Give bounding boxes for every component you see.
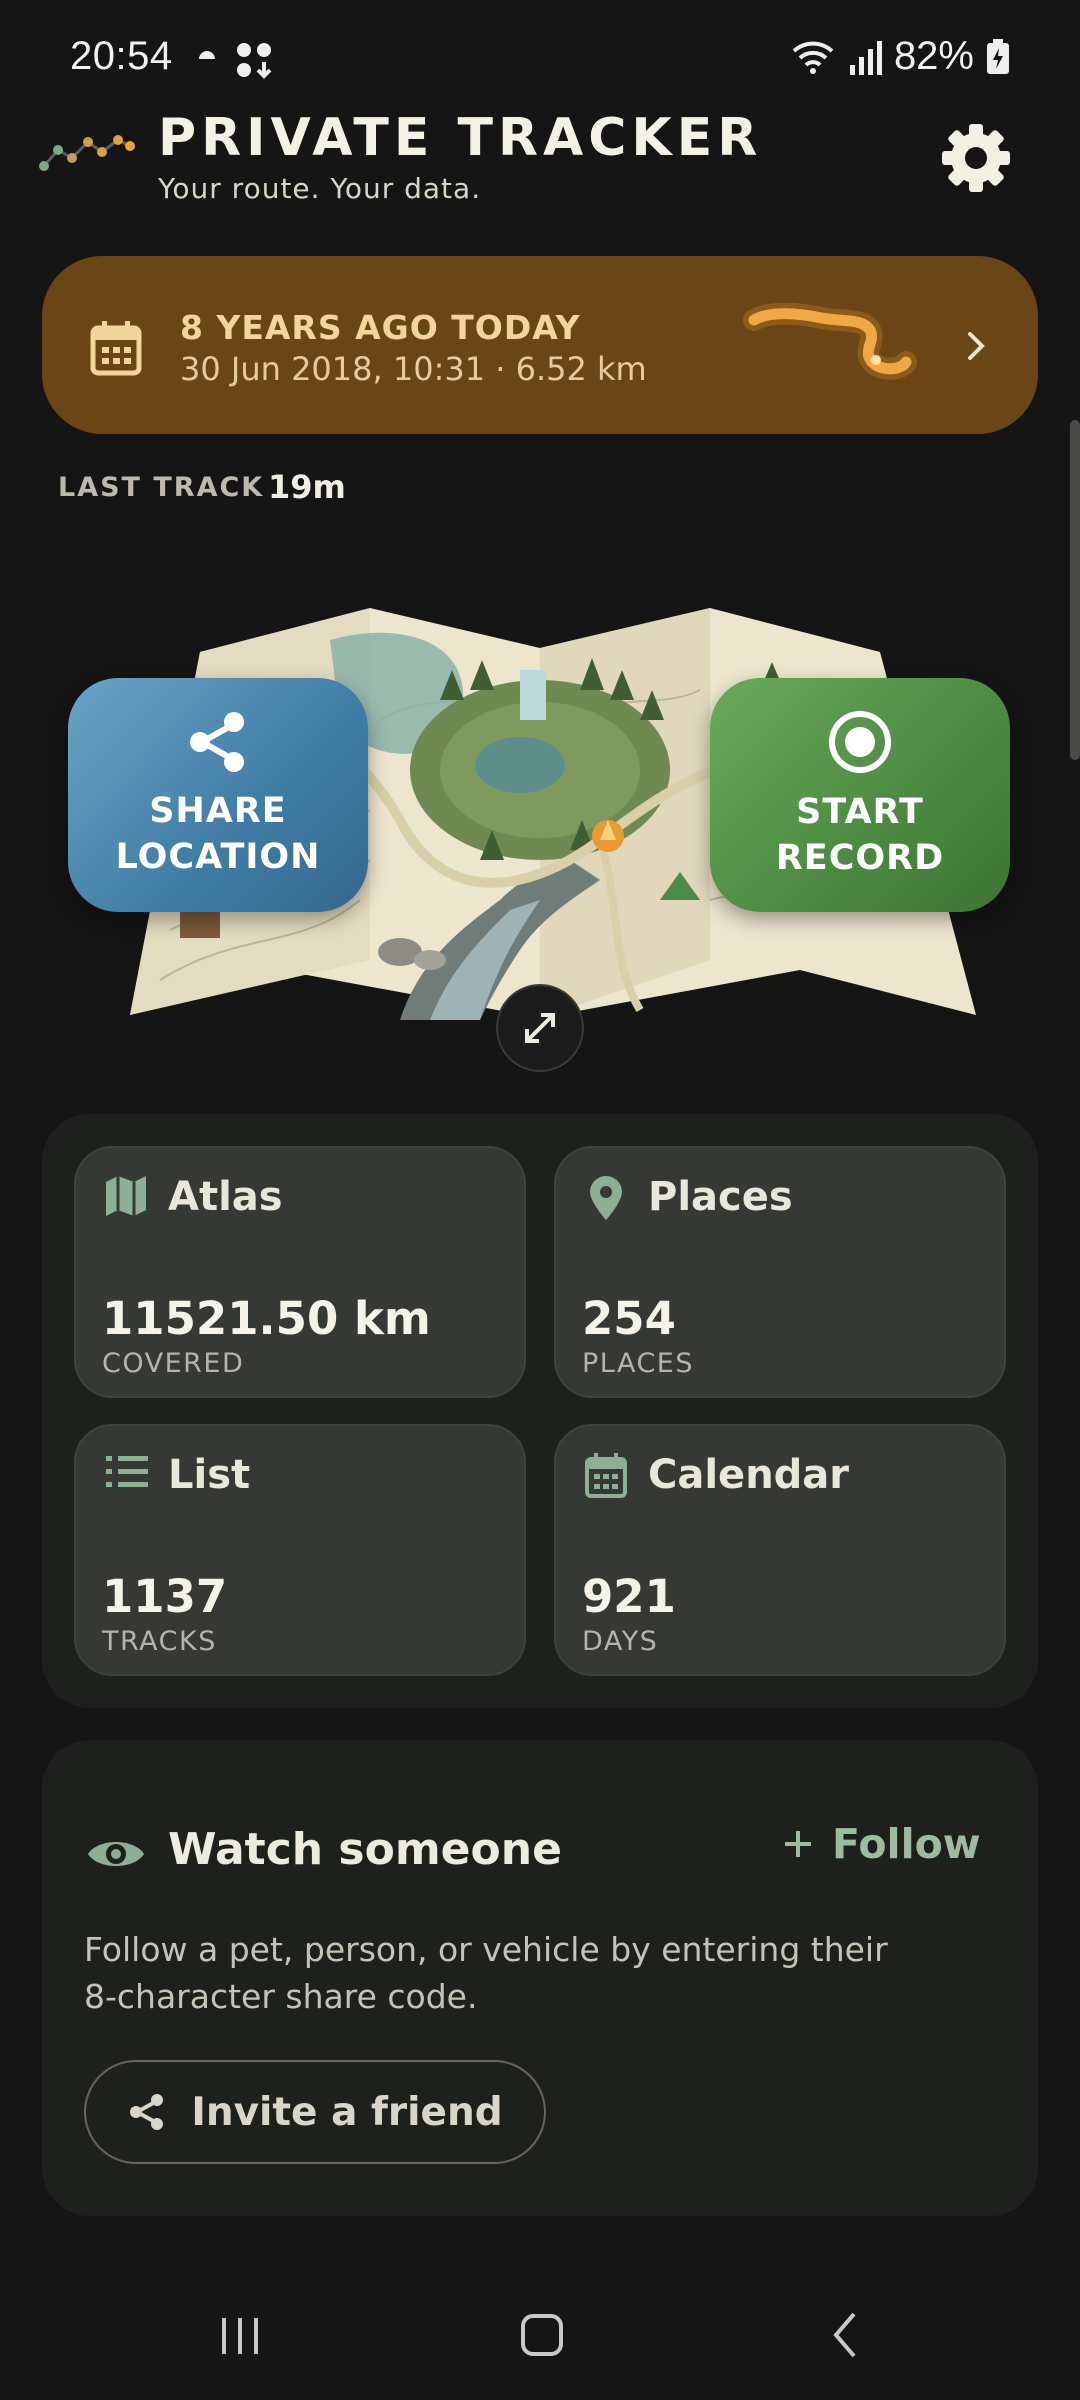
- app-subtitle: Your route. Your data.: [158, 172, 482, 205]
- tile-unit: DAYS: [582, 1626, 659, 1657]
- share-label-line1: SHARE: [149, 791, 287, 831]
- calendar-icon: [90, 321, 142, 376]
- places-tile[interactable]: Places 254 PLACES: [554, 1146, 1006, 1398]
- recent-apps-icon[interactable]: [218, 2314, 262, 2358]
- memory-details: 30 Jun 2018, 10:31 · 6.52 km: [180, 350, 647, 388]
- tile-name: Places: [648, 1174, 793, 1220]
- list-icon: [106, 1456, 148, 1487]
- battery-percent: 82%: [893, 34, 974, 78]
- status-time: 20:54: [70, 34, 173, 78]
- tile-unit: COVERED: [102, 1348, 245, 1379]
- record-icon: [829, 711, 891, 773]
- scrollbar[interactable]: [1070, 420, 1080, 760]
- stats-panel: Atlas 11521.50 km COVERED Places 254 PLA…: [42, 1114, 1038, 1708]
- pin-icon: [590, 1176, 622, 1220]
- logo-icon: [39, 135, 135, 171]
- eye-icon: [88, 1842, 144, 1866]
- memory-banner[interactable]: 8 YEARS AGO TODAY 30 Jun 2018, 10:31 · 6…: [42, 256, 1038, 434]
- tile-name: List: [168, 1452, 251, 1498]
- tile-value: 921: [582, 1570, 676, 1623]
- follow-button[interactable]: Follow: [782, 1820, 981, 1868]
- atlas-tile[interactable]: Atlas 11521.50 km COVERED: [74, 1146, 526, 1398]
- follow-label: Follow: [832, 1820, 981, 1868]
- watch-title: Watch someone: [168, 1824, 562, 1875]
- share-location-button[interactable]: SHARE LOCATION: [68, 678, 368, 912]
- map-icon: [106, 1176, 146, 1216]
- tile-value: 1137: [102, 1570, 228, 1623]
- calendar-tile[interactable]: Calendar 921 DAYS: [554, 1424, 1006, 1676]
- tile-name: Atlas: [168, 1174, 283, 1220]
- calendar-icon: [585, 1453, 627, 1498]
- share-label-line2: LOCATION: [115, 837, 321, 877]
- tile-value: 254: [582, 1292, 676, 1345]
- list-tile[interactable]: List 1137 TRACKS: [74, 1424, 526, 1676]
- tile-unit: PLACES: [582, 1348, 694, 1379]
- battery-icon: [987, 38, 1009, 74]
- record-label-line2: RECORD: [775, 838, 945, 878]
- share-icon: [190, 712, 244, 772]
- home-icon[interactable]: [520, 2312, 564, 2358]
- status-right: 82%: [790, 34, 1010, 79]
- invite-label: Invite a friend: [191, 2089, 503, 2135]
- chevron-right-icon: [968, 332, 985, 360]
- tile-unit: TRACKS: [102, 1626, 217, 1657]
- notification-icon: [237, 43, 272, 79]
- invite-friend-button[interactable]: Invite a friend: [84, 2060, 546, 2164]
- last-track-value: 19m: [268, 468, 346, 506]
- weather-icon: [199, 51, 215, 59]
- start-record-button[interactable]: START RECORD: [710, 678, 1010, 912]
- tile-name: Calendar: [648, 1452, 850, 1498]
- last-track-label: LAST TRACK: [58, 472, 265, 503]
- app-title: PRIVATE TRACKER: [158, 108, 763, 168]
- memory-title: 8 YEARS AGO TODAY: [180, 308, 581, 347]
- back-icon[interactable]: [826, 2310, 866, 2360]
- wifi-icon: [792, 41, 834, 74]
- expand-map-button[interactable]: [496, 984, 584, 1072]
- watch-panel: Watch someone Follow Follow a pet, perso…: [42, 1740, 1038, 2216]
- route-thumbnail: [743, 302, 917, 380]
- watch-description: Follow a pet, person, or vehicle by ente…: [84, 1930, 888, 2016]
- share-icon: [130, 2094, 164, 2130]
- plus-icon: [785, 1831, 811, 1857]
- tile-value: 11521.50 km: [102, 1292, 431, 1345]
- gear-icon[interactable]: [940, 122, 1012, 194]
- record-label-line1: START: [796, 792, 924, 832]
- signal-icon: [849, 40, 882, 75]
- expand-icon: [525, 1013, 555, 1043]
- system-nav-bar: [0, 2290, 1080, 2380]
